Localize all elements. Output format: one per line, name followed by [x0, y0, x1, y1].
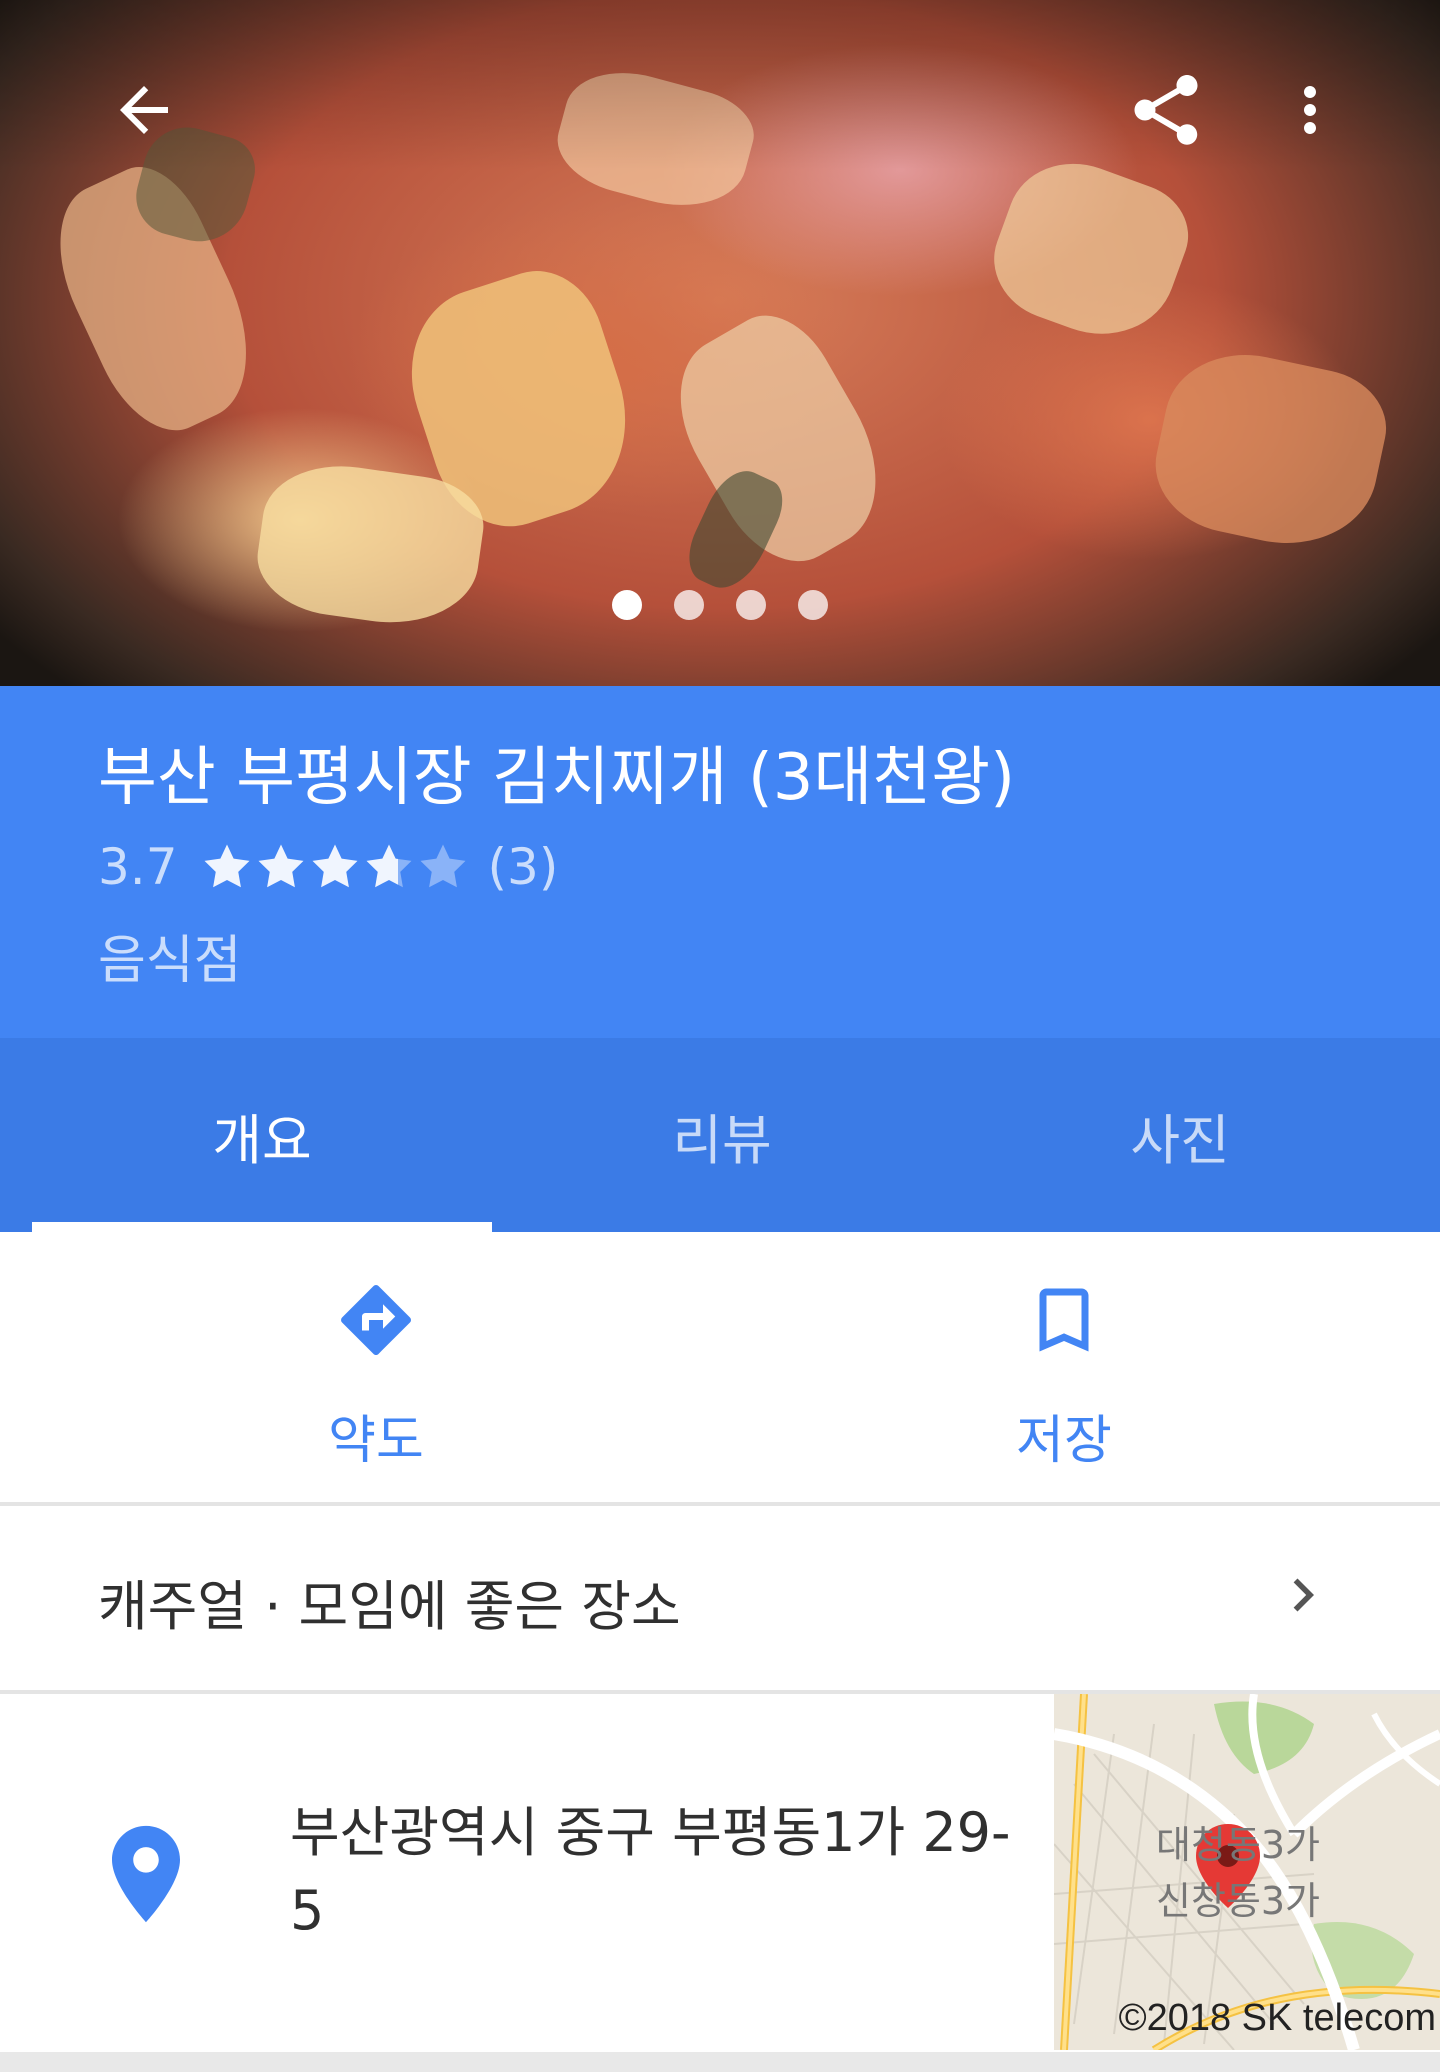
map-thumbnail[interactable]: 대청동3가 신창동3가 ©2018 SK telecom [1054, 1694, 1440, 2050]
map-copyright: ©2018 SK telecom [1118, 1997, 1436, 2039]
directions-icon [341, 1284, 412, 1355]
carousel-indicator [0, 590, 1440, 620]
more-vert-icon [1304, 86, 1316, 134]
star-icon [420, 844, 466, 888]
tab-photos[interactable]: 사진 [952, 1038, 1408, 1232]
directions-button[interactable]: 약도 [226, 1232, 526, 1502]
address-row[interactable]: 부산광역시 중구 부평동1가 29- 5 대청동3가 신창동3가 ©2018 S… [0, 1694, 1440, 2054]
save-button[interactable]: 저장 [914, 1232, 1214, 1502]
share-icon [1134, 75, 1198, 145]
place-header: 부산 부평시장 김치찌개 (3대천왕) 3.7 (3) 음식점 [0, 686, 1440, 1038]
place-title: 부산 부평시장 김치찌개 (3대천왕) [98, 741, 1016, 815]
star-icon [258, 844, 304, 888]
location-pin-icon [112, 1825, 180, 1923]
divider [0, 2052, 1440, 2072]
carousel-dot[interactable] [798, 590, 828, 620]
arrow-back-icon [120, 86, 168, 134]
map-label-1: 대청동3가 [1156, 1823, 1321, 1867]
back-button[interactable] [96, 62, 192, 158]
carousel-dot[interactable] [612, 590, 642, 620]
place-category: 음식점 [98, 931, 242, 991]
carousel-dot[interactable] [674, 590, 704, 620]
hero-photo[interactable] [0, 0, 1440, 686]
bookmark-icon [1039, 1288, 1089, 1352]
tab-bar: 개요 리뷰 사진 [0, 1038, 1440, 1232]
star-icon [366, 844, 412, 888]
tab-reviews[interactable]: 리뷰 [492, 1038, 952, 1232]
share-button[interactable] [1118, 62, 1214, 158]
rating-row[interactable]: 3.7 (3) [98, 832, 558, 902]
more-options-button[interactable] [1262, 62, 1358, 158]
action-bar: 약도 저장 [0, 1232, 1440, 1502]
tab-indicator [32, 1222, 492, 1232]
chevron-right-icon [1293, 1578, 1314, 1612]
star-icon [204, 844, 250, 888]
highlights-row[interactable]: 캐주얼 · 모임에 좋은 장소 [0, 1506, 1440, 1690]
tab-overview[interactable]: 개요 [32, 1038, 492, 1232]
address-line-2: 5 [290, 1879, 325, 1942]
star-icon [312, 844, 358, 888]
map-label-2: 신창동3가 [1156, 1879, 1321, 1923]
carousel-dot[interactable] [736, 590, 766, 620]
rating-stars [200, 840, 470, 894]
address-line-1: 부산광역시 중구 부평동1가 29- [290, 1801, 1011, 1864]
directions-label: 약도 [328, 1411, 424, 1471]
save-label: 저장 [1016, 1411, 1112, 1471]
highlights-text: 캐주얼 · 모임에 좋은 장소 [98, 1575, 681, 1638]
address-text: 부산광역시 중구 부평동1가 29- 5 [290, 1794, 1050, 1950]
review-count: (3) [487, 838, 559, 896]
rating-value: 3.7 [98, 838, 178, 896]
